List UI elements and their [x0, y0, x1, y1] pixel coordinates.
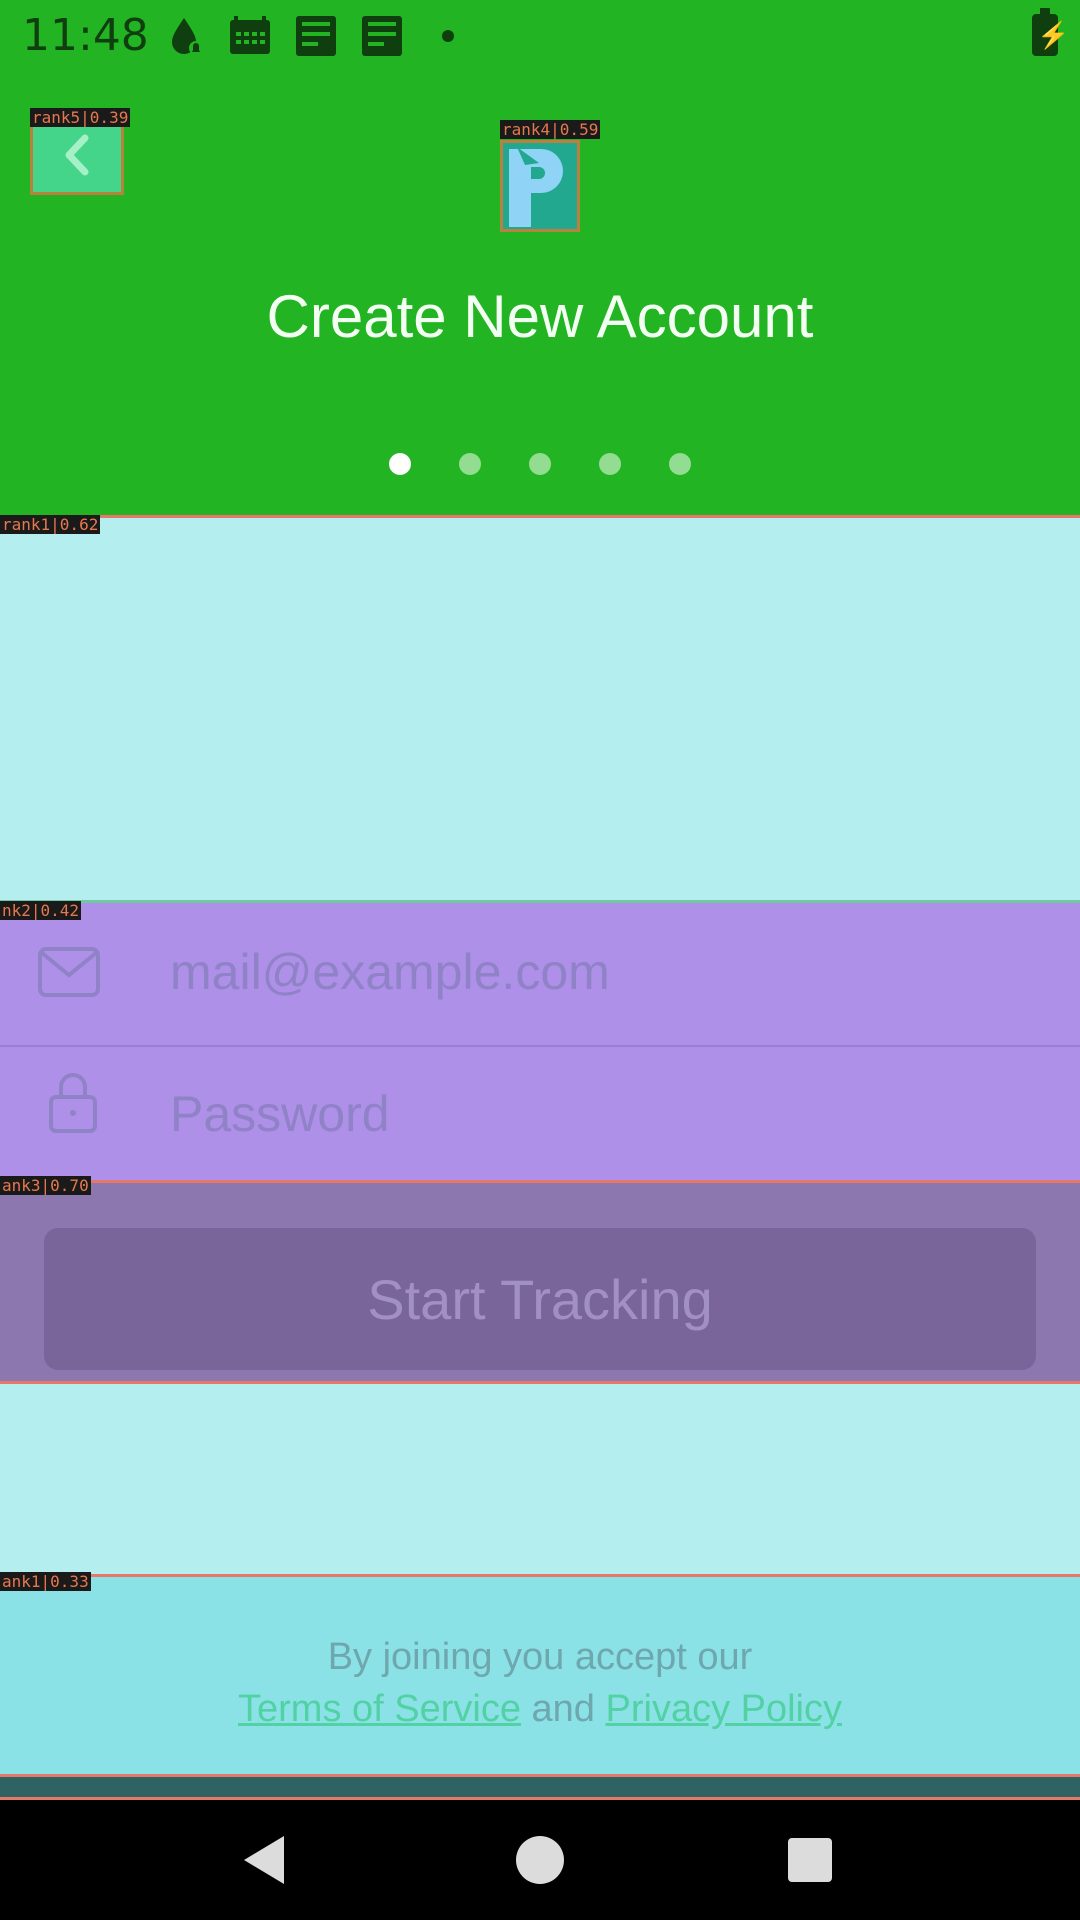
recents-nav-button[interactable]	[770, 1820, 850, 1900]
app-logo	[500, 140, 580, 232]
spacer	[0, 1384, 1080, 1574]
recents-square-icon	[788, 1838, 832, 1882]
terms-text: By joining you accept our	[327, 1636, 753, 1678]
mail-icon	[38, 947, 100, 997]
home-nav-button[interactable]	[500, 1820, 580, 1900]
debug-tag: rank4|0.59	[500, 120, 601, 139]
password-field[interactable]: Password	[0, 1047, 1080, 1187]
debug-tag: rank1|0.62	[0, 515, 101, 534]
page-dot[interactable]	[389, 453, 411, 475]
content-area	[0, 515, 1080, 900]
page-dot[interactable]	[529, 453, 551, 475]
status-time: 11:48	[22, 10, 149, 61]
debug-tag: ank3|0.70	[0, 1176, 91, 1195]
page-dot[interactable]	[669, 453, 691, 475]
document-icon	[360, 14, 404, 58]
back-nav-button[interactable]	[226, 1820, 306, 1900]
lock-icon	[49, 1073, 97, 1133]
header	[0, 0, 1080, 520]
password-input[interactable]: Password	[170, 1085, 390, 1143]
page-dot[interactable]	[459, 453, 481, 475]
email-input[interactable]: mail@example.com	[170, 943, 610, 1001]
and-text: and	[531, 1688, 595, 1730]
terms-links-line: Terms of Service and Privacy Policy	[0, 1688, 1080, 1731]
page-dot[interactable]	[599, 453, 621, 475]
debug-tag: rank5|0.39	[30, 108, 131, 127]
footer-strip	[0, 1774, 1080, 1800]
notification-dot-icon	[442, 30, 454, 42]
calendar-icon	[228, 14, 272, 58]
page-indicator[interactable]	[0, 453, 1080, 477]
home-circle-icon	[516, 1836, 564, 1884]
debug-tag: nk2|0.42	[0, 901, 82, 920]
chevron-left-icon	[65, 134, 89, 176]
login-form: mail@example.com Password	[0, 900, 1080, 1180]
page-title: Create New Account	[266, 283, 814, 350]
droplet-bell-icon	[164, 14, 208, 58]
document-icon	[294, 14, 338, 58]
back-triangle-icon	[244, 1836, 284, 1884]
terms-of-service-link[interactable]: Terms of Service	[238, 1688, 521, 1730]
debug-tag: ank1|0.33	[0, 1572, 91, 1591]
email-field[interactable]: mail@example.com	[0, 903, 1080, 1043]
privacy-policy-link[interactable]: Privacy Policy	[606, 1688, 843, 1730]
start-tracking-button[interactable]: Start Tracking	[44, 1228, 1036, 1370]
battery-icon: ⚡	[1032, 8, 1069, 56]
